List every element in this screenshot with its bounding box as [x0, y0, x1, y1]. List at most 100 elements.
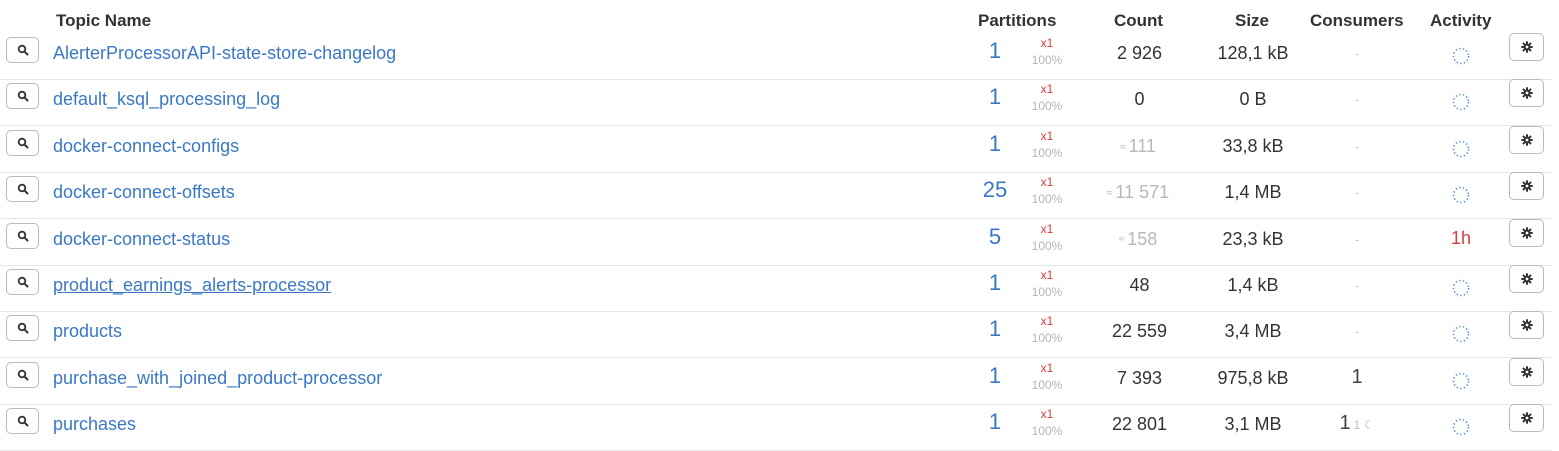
- topic-name-link[interactable]: default_ksql_processing_log: [53, 89, 280, 110]
- gear-icon: [1520, 273, 1533, 285]
- table-row: default_ksql_processing_log 1 x1 100% 0 0 B -: [0, 79, 1552, 127]
- partitions-link[interactable]: 1: [975, 131, 1015, 157]
- header-partitions[interactable]: Partitions: [978, 11, 1056, 31]
- consumers-count: -: [1310, 139, 1404, 154]
- consumers-count: -: [1310, 46, 1404, 61]
- message-count: 0: [1090, 89, 1186, 110]
- consumers-count: -: [1310, 278, 1404, 293]
- last-activity: 1h: [1450, 227, 1472, 248]
- partitions-link[interactable]: 1: [975, 363, 1015, 389]
- message-count: 7 393: [1090, 368, 1186, 389]
- table-row: purchases 1 x1 100% 22 801 3,1 MB 1 1 ☾: [0, 404, 1552, 451]
- idle-consumers: 1 ☾: [1354, 418, 1375, 432]
- replication-factor: x1: [1040, 314, 1054, 329]
- topic-name-link[interactable]: product_earnings_alerts-processor: [53, 275, 331, 296]
- loading-spinner-icon: [1452, 94, 1470, 111]
- consumers-value: -: [1354, 185, 1360, 201]
- search-icon: [17, 44, 28, 56]
- header-activity[interactable]: Activity: [1430, 11, 1491, 31]
- topic-name-link[interactable]: purchases: [53, 414, 136, 435]
- partitions-link[interactable]: 1: [975, 409, 1015, 435]
- loading-spinner-icon: [1452, 186, 1470, 204]
- consumers-value: -: [1354, 92, 1360, 108]
- search-icon: [17, 91, 28, 102]
- search-button[interactable]: [6, 408, 39, 435]
- loading-spinner-icon: [1452, 47, 1470, 65]
- search-icon: [17, 137, 28, 149]
- topic-name-link[interactable]: products: [53, 321, 122, 342]
- header-consumers[interactable]: Consumers: [1310, 11, 1404, 31]
- approx-sign: ≈: [1106, 187, 1113, 199]
- topic-size: 1,4 kB: [1227, 275, 1279, 295]
- consumers-value: 1: [1339, 412, 1351, 435]
- partitions-link[interactable]: 1: [975, 316, 1015, 342]
- consumers-count: -: [1310, 92, 1404, 107]
- topic-name-link[interactable]: AlerterProcessorAPI-state-store-changelo…: [53, 43, 396, 64]
- in-sync-percent: 100%: [1031, 238, 1063, 253]
- topic-size: 3,4 MB: [1224, 321, 1282, 342]
- loading-spinner-icon: [1452, 326, 1470, 343]
- partitions-link[interactable]: 25: [975, 177, 1015, 203]
- table-row: docker-connect-offsets 25 x1 100% ≈11 571 1,4…: [0, 172, 1552, 220]
- topic-name-link[interactable]: docker-connect-configs: [53, 136, 239, 157]
- search-button[interactable]: [6, 315, 39, 342]
- in-sync-percent: 100%: [1031, 53, 1063, 67]
- search-icon: [17, 183, 28, 195]
- topic-size: 1,4 MB: [1224, 182, 1282, 203]
- search-button[interactable]: [6, 37, 39, 63]
- topic-settings-button[interactable]: [1509, 125, 1544, 154]
- topic-settings-button[interactable]: [1509, 357, 1544, 386]
- approx-sign: ≈: [1120, 141, 1126, 153]
- in-sync-percent: 100%: [1031, 285, 1063, 299]
- topic-size: 33,8 kB: [1222, 135, 1284, 156]
- topic-settings-button[interactable]: [1509, 311, 1544, 340]
- consumers-value: -: [1354, 138, 1360, 154]
- consumers-count[interactable]: 11 ☾: [1310, 412, 1404, 435]
- topic-settings-button[interactable]: [1509, 79, 1544, 108]
- message-count: ≈11 571: [1090, 182, 1186, 203]
- topic-settings-button[interactable]: [1509, 172, 1544, 201]
- message-count: 48: [1090, 275, 1186, 296]
- topic-name-link[interactable]: docker-connect-offsets: [53, 182, 235, 203]
- message-count: ≈158: [1090, 229, 1186, 250]
- table-header: Topic Name Partitions Count Size Consume…: [0, 0, 1559, 36]
- search-button[interactable]: [6, 176, 39, 203]
- search-icon: [17, 323, 28, 334]
- topic-settings-button[interactable]: [1509, 265, 1544, 293]
- topic-settings-button[interactable]: [1509, 33, 1544, 61]
- header-size[interactable]: Size: [1235, 11, 1269, 31]
- topic-name-link[interactable]: purchase_with_joined_product-processor: [53, 368, 382, 389]
- consumers-count[interactable]: 1: [1310, 366, 1404, 389]
- partitions-link[interactable]: 1: [975, 84, 1015, 110]
- in-sync-percent: 100%: [1031, 99, 1063, 114]
- search-button[interactable]: [6, 222, 39, 249]
- table-row: purchase_with_joined_product-processor 1 x…: [0, 357, 1552, 405]
- header-count[interactable]: Count: [1114, 11, 1163, 31]
- message-count-value: 22 801: [1111, 414, 1168, 435]
- topic-name-link[interactable]: docker-connect-status: [53, 229, 230, 250]
- topic-settings-button[interactable]: [1509, 218, 1544, 247]
- consumers-count: -: [1310, 185, 1404, 200]
- search-button[interactable]: [6, 83, 39, 110]
- search-button[interactable]: [6, 361, 39, 388]
- topic-settings-button[interactable]: [1509, 404, 1544, 433]
- loading-spinner-icon: [1452, 279, 1470, 297]
- search-icon: [17, 415, 28, 427]
- table-row: docker-connect-configs 1 x1 100% ≈111 33,8 kB…: [0, 125, 1552, 173]
- replication-factor: x1: [1040, 128, 1054, 143]
- table-row: AlerterProcessorAPI-state-store-changelo…: [0, 33, 1552, 80]
- partitions-link[interactable]: 1: [975, 38, 1015, 64]
- partitions-link[interactable]: 5: [975, 224, 1015, 250]
- in-sync-percent: 100%: [1031, 192, 1063, 207]
- partitions-link[interactable]: 1: [975, 270, 1015, 296]
- in-sync-percent: 100%: [1031, 377, 1063, 392]
- header-topic-name[interactable]: Topic Name: [56, 11, 151, 31]
- table-row: docker-connect-status 5 x1 100% ≈158 23,3 kB -…: [0, 218, 1552, 266]
- search-button[interactable]: [6, 269, 39, 295]
- message-count-value: 48: [1129, 275, 1150, 295]
- consumers-value: -: [1354, 278, 1360, 293]
- moon-icon: ☾: [1363, 418, 1375, 433]
- message-count: 22 559: [1090, 321, 1186, 342]
- loading-spinner-icon: [1452, 418, 1470, 436]
- search-button[interactable]: [6, 129, 39, 156]
